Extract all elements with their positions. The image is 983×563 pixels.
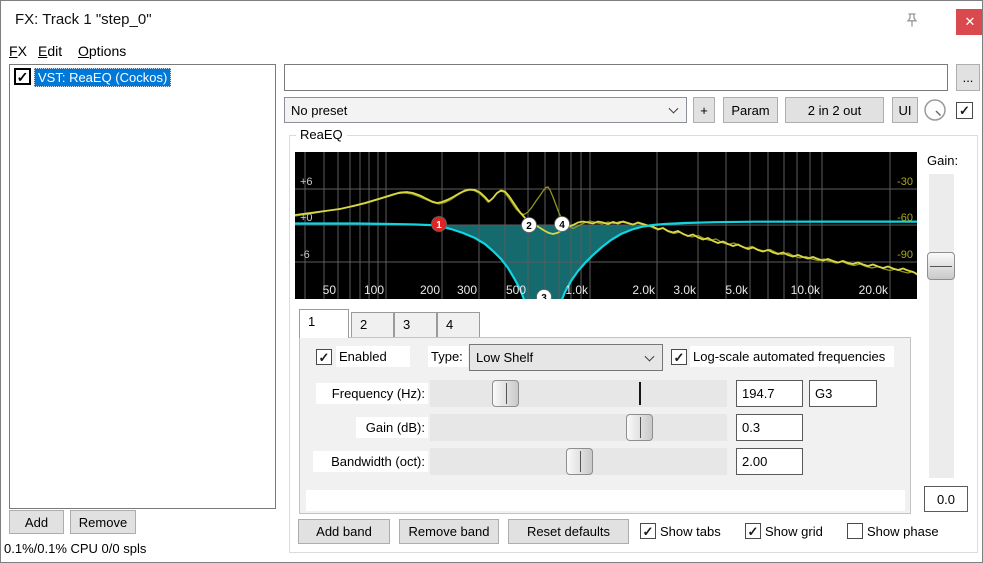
band-gain-slider[interactable] <box>430 414 727 441</box>
menu-fx-label: F <box>9 43 18 59</box>
bandwidth-label: Bandwidth (oct): <box>313 451 428 472</box>
check-icon: ✓ <box>748 525 759 538</box>
frequency-label: Frequency (Hz): <box>316 383 428 404</box>
output-gain-value[interactable]: 0.0 <box>924 486 968 512</box>
svg-text:1.0k: 1.0k <box>565 283 589 297</box>
frequency-slider[interactable] <box>430 380 727 407</box>
add-fx-button[interactable]: Add <box>9 510 64 534</box>
frequency-slider-thumb[interactable] <box>492 380 519 407</box>
browse-button[interactable]: ... <box>956 64 980 91</box>
chevron-down-icon <box>645 351 655 361</box>
type-label: Type: <box>428 346 468 367</box>
menu-options[interactable]: Options <box>78 43 126 59</box>
close-button[interactable]: ✕ <box>956 9 983 35</box>
panel-bottom-strip <box>306 490 905 511</box>
svg-text:500: 500 <box>506 283 526 297</box>
show-phase-label: Show phase <box>867 524 939 539</box>
menu-edit[interactable]: Edit <box>38 43 62 59</box>
band-enabled-checkbox[interactable]: ✓ <box>316 349 332 365</box>
io-routing-button[interactable]: 2 in 2 out <box>785 97 884 123</box>
svg-text:+6: +6 <box>300 176 313 188</box>
ui-toggle-button[interactable]: UI <box>892 97 918 123</box>
svg-text:3.0k: 3.0k <box>673 283 697 297</box>
preset-value: No preset <box>291 103 347 118</box>
svg-text:4: 4 <box>559 220 565 231</box>
svg-text:10.0k: 10.0k <box>791 283 821 297</box>
band-gain-value-input[interactable]: 0.3 <box>736 414 803 441</box>
show-tabs-label: Show tabs <box>660 524 721 539</box>
filter-type-dropdown[interactable]: Low Shelf <box>469 344 663 371</box>
svg-text:+0: +0 <box>300 212 313 224</box>
log-scale-checkbox[interactable]: ✓ <box>671 349 687 365</box>
check-icon: ✓ <box>17 70 29 84</box>
show-grid-checkbox[interactable]: ✓ <box>745 523 761 539</box>
fx-list[interactable]: ✓ VST: ReaEQ (Cockos) <box>9 64 276 509</box>
wet-dry-knob[interactable] <box>923 98 947 122</box>
svg-text:2: 2 <box>526 221 532 232</box>
svg-text:50: 50 <box>323 283 337 297</box>
save-preset-button[interactable]: + <box>693 97 715 123</box>
log-scale-label: Log-scale automated frequencies <box>690 346 894 367</box>
menu-edit-label: E <box>38 43 47 59</box>
param-button[interactable]: Param <box>723 97 778 123</box>
show-tabs-checkbox[interactable]: ✓ <box>640 523 656 539</box>
svg-text:2.0k: 2.0k <box>632 283 656 297</box>
reaeq-groupbox: ReaEQ +6-30+0-60-6-90501002003005001.0k2… <box>289 135 978 553</box>
svg-text:-90: -90 <box>897 249 913 261</box>
svg-text:20.0k: 20.0k <box>859 283 889 297</box>
svg-text:-60: -60 <box>897 212 913 224</box>
chevron-down-icon <box>669 104 679 114</box>
fx-list-item[interactable]: VST: ReaEQ (Cockos) <box>34 68 171 87</box>
fx-enabled-checkbox[interactable]: ✓ <box>14 68 31 85</box>
close-icon: ✕ <box>965 14 976 30</box>
bandwidth-slider[interactable] <box>430 448 727 475</box>
check-icon: ✓ <box>319 351 330 364</box>
bandwidth-value-input[interactable]: 2.00 <box>736 448 803 475</box>
show-grid-label: Show grid <box>765 524 823 539</box>
check-icon: ✓ <box>643 525 654 538</box>
cpu-status-text: 0.1%/0.1% CPU 0/0 spls <box>4 541 146 556</box>
window-title: FX: Track 1 "step_0" <box>15 11 152 28</box>
enabled-label: Enabled <box>336 346 410 367</box>
groupbox-legend: ReaEQ <box>296 127 347 142</box>
output-gain-slider[interactable] <box>929 174 954 478</box>
band-gain-slider-thumb[interactable] <box>626 414 653 441</box>
reset-defaults-button[interactable]: Reset defaults <box>508 519 629 544</box>
pin-icon[interactable] <box>902 11 922 31</box>
add-band-button[interactable]: Add band <box>298 519 390 544</box>
svg-text:3: 3 <box>541 293 547 299</box>
bandwidth-slider-thumb[interactable] <box>566 448 593 475</box>
frequency-note-input[interactable]: G3 <box>809 380 877 407</box>
menu-fx[interactable]: FX <box>9 43 27 59</box>
svg-text:100: 100 <box>364 283 384 297</box>
check-icon: ✓ <box>674 351 685 364</box>
tab-band-4[interactable]: 4 <box>437 312 480 338</box>
svg-text:-30: -30 <box>897 176 913 188</box>
svg-text:-6: -6 <box>300 249 310 261</box>
remove-fx-button[interactable]: Remove <box>70 510 136 534</box>
band-gain-label: Gain (dB): <box>356 417 428 438</box>
filter-type-value: Low Shelf <box>476 350 533 365</box>
fx-bypass-checkbox[interactable]: ✓ <box>956 102 973 119</box>
tab-band-1[interactable]: 1 <box>299 309 349 338</box>
svg-text:200: 200 <box>420 283 440 297</box>
band-settings-panel: ✓ Enabled Type: Low Shelf ✓ Log-scale au… <box>299 337 911 514</box>
fx-comment-input[interactable] <box>284 64 948 91</box>
svg-text:300: 300 <box>457 283 477 297</box>
gain-label: Gain: <box>927 153 958 168</box>
eq-graph-svg[interactable]: +6 -30 +0 -60 -6 -90 50 100 200 300 500 1.0k 2.0k 3.0… <box>295 152 917 299</box>
tab-band-3[interactable]: 3 <box>394 312 437 338</box>
check-icon: ✓ <box>959 104 970 117</box>
menu-options-label: O <box>78 43 89 59</box>
frequency-default-tick <box>639 382 641 405</box>
svg-text:5.0k: 5.0k <box>725 283 749 297</box>
remove-band-button[interactable]: Remove band <box>399 519 499 544</box>
svg-text:1: 1 <box>436 220 442 231</box>
tab-band-2[interactable]: 2 <box>351 312 394 338</box>
show-phase-checkbox[interactable] <box>847 523 863 539</box>
output-gain-slider-thumb[interactable] <box>927 252 955 280</box>
frequency-value-input[interactable]: 194.7 <box>736 380 803 407</box>
preset-dropdown[interactable]: No preset <box>284 97 687 123</box>
fx-chain-window: FX: Track 1 "step_0" ✕ FX Edit Options ✓… <box>0 0 983 563</box>
